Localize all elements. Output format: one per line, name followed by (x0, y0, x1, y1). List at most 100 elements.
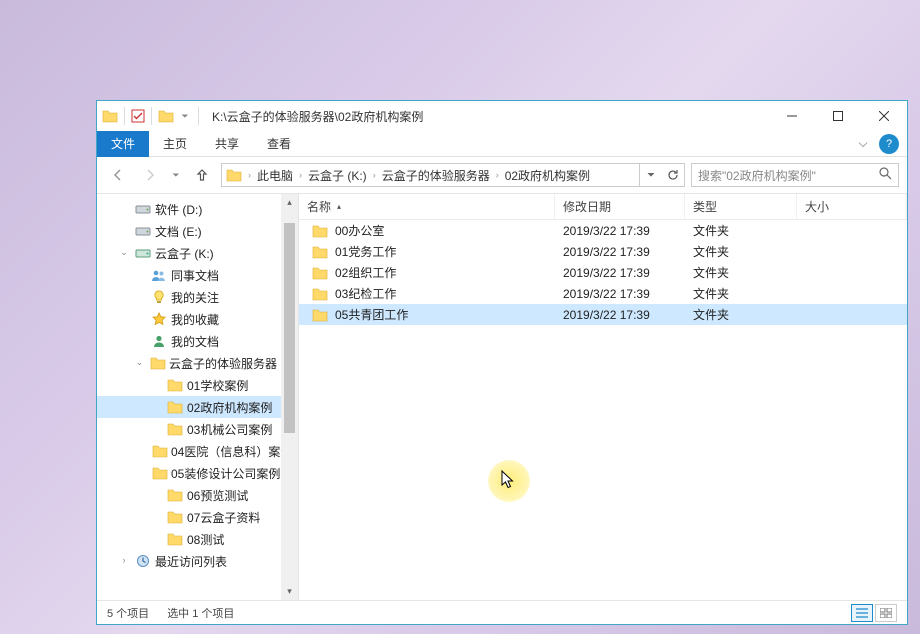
file-date: 2019/3/22 17:39 (555, 287, 685, 301)
tree-item[interactable]: 我的关注 (97, 286, 281, 308)
tree-item[interactable]: ⌄云盒子 (K:) (97, 242, 281, 264)
tree-item[interactable]: 04医院（信息科）案例 (97, 440, 281, 462)
help-icon[interactable]: ? (879, 134, 899, 154)
qat-separator (124, 107, 125, 125)
file-name: 00办公室 (335, 222, 384, 239)
status-selected-count: 选中 1 个项目 (167, 605, 234, 621)
tree-item[interactable]: 软件 (D:) (97, 198, 281, 220)
folder-icon (166, 509, 184, 525)
sort-asc-icon: ▴ (337, 202, 341, 211)
breadcrumb[interactable]: 02政府机构案例 (501, 167, 594, 184)
folder-icon (226, 168, 242, 182)
folder-icon (166, 377, 184, 393)
file-type: 文件夹 (685, 306, 797, 323)
tree-item[interactable]: ⌄ 云盒子的体验服务器 (97, 352, 281, 374)
status-bar: 5 个项目 选中 1 个项目 (97, 600, 907, 624)
tree-item-label: 云盒子的体验服务器 (169, 355, 277, 372)
person-icon (150, 333, 168, 349)
cursor-highlight (488, 460, 530, 502)
nav-back-button[interactable] (105, 162, 131, 188)
tree-item[interactable]: 08测试 (97, 528, 281, 550)
folder-icon (157, 107, 175, 125)
folder-icon (166, 531, 184, 547)
star-icon (150, 311, 168, 327)
qat-checkbox-icon[interactable] (130, 108, 146, 124)
tree-item-label: 04医院（信息科）案例 (171, 443, 292, 460)
qat-dropdown-icon[interactable]: ⏷ (177, 108, 193, 124)
tree-item[interactable]: 05装修设计公司案例 (97, 462, 281, 484)
column-name[interactable]: 名称 ▴ (299, 194, 555, 219)
chevron-down-icon[interactable]: ⌄ (133, 357, 146, 368)
tab-file[interactable]: 文件 (97, 131, 149, 157)
maximize-button[interactable] (815, 101, 861, 131)
scroll-up-icon[interactable]: ▴ (281, 194, 298, 211)
breadcrumb[interactable]: 云盒子 (K:) (304, 167, 371, 184)
column-size[interactable]: 大小 (797, 194, 907, 219)
tree-item[interactable]: 我的收藏 (97, 308, 281, 330)
file-date: 2019/3/22 17:39 (555, 245, 685, 259)
ribbon-expand-icon[interactable]: ⌵ (853, 136, 873, 151)
tree-item[interactable]: 01学校案例 (97, 374, 281, 396)
file-row[interactable]: 03纪检工作2019/3/22 17:39文件夹 (299, 283, 907, 304)
close-button[interactable] (861, 101, 907, 131)
tree-item-label: 我的关注 (171, 289, 219, 306)
folder-icon (166, 487, 184, 503)
chevron-down-icon[interactable]: ⌄ (117, 247, 131, 258)
tree-item[interactable]: 我的文档 (97, 330, 281, 352)
tree-item[interactable]: 文档 (E:) (97, 220, 281, 242)
tab-view[interactable]: 查看 (253, 131, 305, 157)
refresh-icon[interactable] (662, 164, 684, 186)
folder-icon (311, 286, 329, 302)
view-icons-button[interactable] (875, 604, 897, 622)
file-type: 文件夹 (685, 264, 797, 281)
chevron-right-icon[interactable]: › (371, 170, 378, 180)
nav-forward-button[interactable] (137, 162, 163, 188)
chevron-right-icon[interactable]: › (117, 555, 131, 565)
tree-item[interactable]: 06预览测试 (97, 484, 281, 506)
file-type: 文件夹 (685, 222, 797, 239)
file-row[interactable]: 00办公室2019/3/22 17:39文件夹 (299, 220, 907, 241)
chevron-right-icon[interactable]: › (297, 170, 304, 180)
tree-item-label: 01学校案例 (187, 377, 248, 394)
cursor-icon (501, 470, 515, 490)
explorer-body: 软件 (D:)文档 (E:)⌄云盒子 (K:)同事文档我的关注我的收藏我的文档⌄… (97, 193, 907, 600)
column-type[interactable]: 类型 (685, 194, 797, 219)
tree-item-label: 文档 (E:) (155, 223, 202, 240)
search-icon[interactable] (879, 167, 892, 183)
tree-item[interactable]: 同事文档 (97, 264, 281, 286)
breadcrumb[interactable]: 云盒子的体验服务器 (378, 167, 494, 184)
column-date[interactable]: 修改日期 (555, 194, 685, 219)
minimize-button[interactable] (769, 101, 815, 131)
tree-item-label: 最近访问列表 (155, 553, 227, 570)
nav-history-dropdown[interactable]: ⏷ (169, 162, 183, 188)
chevron-right-icon[interactable]: › (246, 170, 253, 180)
file-date: 2019/3/22 17:39 (555, 308, 685, 322)
scrollbar-thumb[interactable] (284, 223, 295, 433)
file-row[interactable]: 01党务工作2019/3/22 17:39文件夹 (299, 241, 907, 262)
tree-item-label: 同事文档 (171, 267, 219, 284)
navigation-tree[interactable]: 软件 (D:)文档 (E:)⌄云盒子 (K:)同事文档我的关注我的收藏我的文档⌄… (97, 194, 299, 600)
search-input[interactable]: 搜索"02政府机构案例" (691, 163, 899, 187)
address-dropdown-icon[interactable]: ⏷ (640, 164, 662, 186)
tree-item[interactable]: 07云盒子资料 (97, 506, 281, 528)
status-item-count: 5 个项目 (107, 605, 149, 621)
tab-share[interactable]: 共享 (201, 131, 253, 157)
nav-up-button[interactable] (189, 162, 215, 188)
breadcrumb[interactable]: 此电脑 (253, 167, 297, 184)
tree-item[interactable]: › 最近访问列表 (97, 550, 281, 572)
tree-item[interactable]: 03机械公司案例 (97, 418, 281, 440)
address-bar[interactable]: › 此电脑 › 云盒子 (K:) › 云盒子的体验服务器 › 02政府机构案例 … (221, 163, 685, 187)
qat-separator (151, 107, 152, 125)
tree-scrollbar[interactable]: ▴▾ (281, 194, 298, 600)
folder-icon (101, 107, 119, 125)
column-name-label: 名称 (307, 198, 331, 215)
column-headers: 名称 ▴ 修改日期 类型 大小 (299, 194, 907, 220)
quick-access-toolbar: ⏷ (97, 107, 206, 125)
file-row[interactable]: 05共青团工作2019/3/22 17:39文件夹 (299, 304, 907, 325)
chevron-right-icon[interactable]: › (494, 170, 501, 180)
tree-item[interactable]: 02政府机构案例 (97, 396, 281, 418)
tab-home[interactable]: 主页 (149, 131, 201, 157)
file-row[interactable]: 02组织工作2019/3/22 17:39文件夹 (299, 262, 907, 283)
scroll-down-icon[interactable]: ▾ (281, 583, 298, 600)
view-details-button[interactable] (851, 604, 873, 622)
